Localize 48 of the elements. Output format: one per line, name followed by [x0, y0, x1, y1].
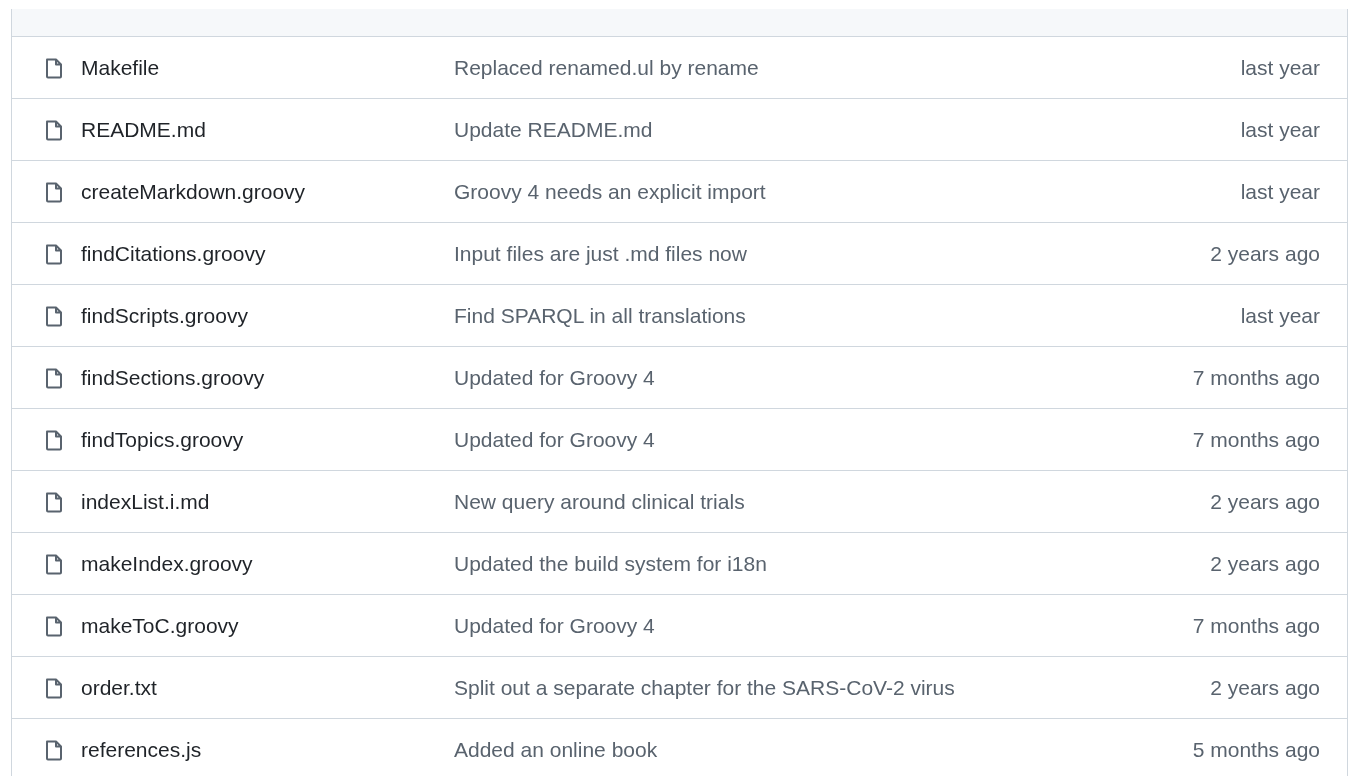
file-icon [44, 366, 64, 389]
commit-age: 2 years ago [1210, 489, 1320, 514]
file-name-link[interactable]: order.txt [81, 675, 454, 700]
commit-age: 2 years ago [1210, 675, 1320, 700]
file-icon [44, 738, 64, 761]
commit-age: 2 years ago [1210, 241, 1320, 266]
file-icon [44, 676, 64, 699]
commit-message-link[interactable]: Added an online book [454, 737, 1193, 762]
file-icon [44, 552, 64, 575]
commit-age: 7 months ago [1192, 427, 1320, 452]
commit-age: last year [1240, 117, 1320, 142]
file-icon [44, 490, 64, 513]
commit-message-link[interactable]: Groovy 4 needs an explicit import [454, 179, 1241, 204]
commit-age: 7 months ago [1192, 613, 1320, 638]
commit-age: last year [1240, 179, 1320, 204]
file-name-link[interactable]: indexList.i.md [81, 489, 454, 514]
file-name-link[interactable]: makeToC.groovy [81, 613, 454, 638]
commit-message-link[interactable]: Split out a separate chapter for the SARS-CoV-2 virus [454, 675, 1211, 700]
commit-message-link[interactable]: Find SPARQL in all translations [454, 303, 1241, 328]
file-icon [44, 304, 64, 327]
commit-age: last year [1240, 303, 1320, 328]
file-name-link[interactable]: references.js [81, 737, 454, 762]
commit-message-link[interactable]: Updated for Groovy 4 [454, 427, 1193, 452]
commit-message-link[interactable]: Replaced renamed.ul by rename [454, 55, 1241, 80]
commit-message-link[interactable]: Updated for Groovy 4 [454, 365, 1193, 390]
commit-message-link[interactable]: Update README.md [454, 117, 1241, 142]
file-name-link[interactable]: Makefile [81, 55, 454, 80]
commit-message-link[interactable]: Input files are just .md files now [454, 241, 1211, 266]
file-name-link[interactable]: createMarkdown.groovy [81, 179, 454, 204]
commit-age: 2 years ago [1210, 551, 1320, 576]
file-name-link[interactable]: findTopics.groovy [81, 427, 454, 452]
file-icon [44, 614, 64, 637]
file-icon [44, 428, 64, 451]
file-icon [44, 56, 64, 79]
file-name-link[interactable]: findSections.groovy [81, 365, 454, 390]
commit-message-link[interactable]: New query around clinical trials [454, 489, 1211, 514]
commit-age: 5 months ago [1192, 737, 1320, 762]
commit-message-link[interactable]: Updated the build system for i18n [454, 551, 1211, 576]
file-name-link[interactable]: README.md [81, 117, 454, 142]
file-icon [44, 118, 64, 141]
file-name-link[interactable]: findCitations.groovy [81, 241, 454, 266]
file-name-link[interactable]: makeIndex.groovy [81, 551, 454, 576]
commit-age: last year [1240, 55, 1320, 80]
commit-message-link[interactable]: Updated for Groovy 4 [454, 613, 1193, 638]
file-icon [44, 242, 64, 265]
file-name-link[interactable]: findScripts.groovy [81, 303, 454, 328]
file-icon [44, 180, 64, 203]
commit-age: 7 months ago [1192, 365, 1320, 390]
